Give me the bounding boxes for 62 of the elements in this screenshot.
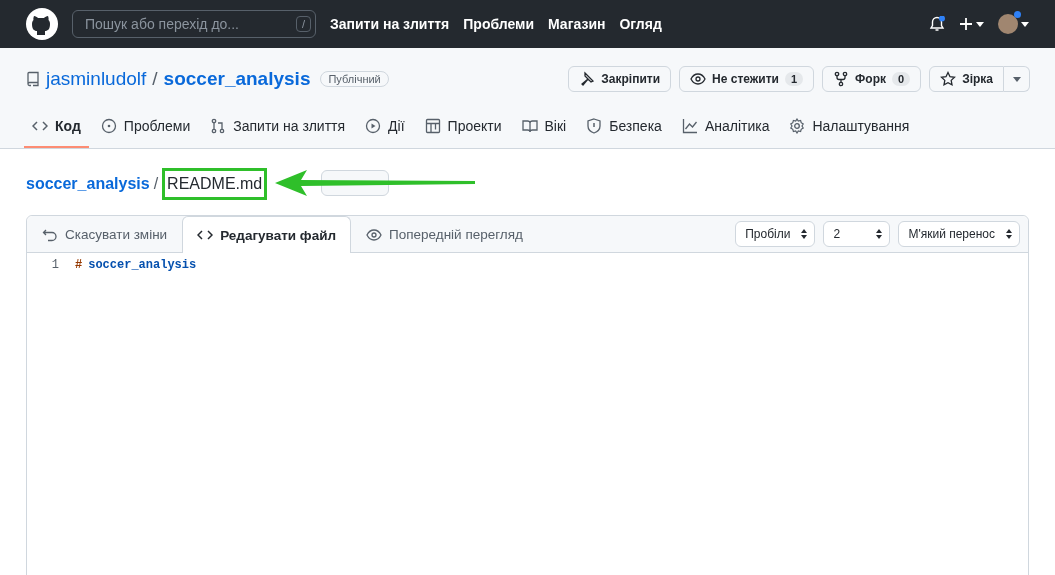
table-icon <box>424 118 441 134</box>
book-icon <box>521 118 538 134</box>
graph-icon <box>681 118 698 134</box>
settings-icon <box>789 118 806 134</box>
pin-icon <box>579 71 596 87</box>
watch-button[interactable]: Не стежити 1 <box>679 66 815 92</box>
repo-tab[interactable]: Код <box>24 108 89 148</box>
eye-icon <box>690 71 707 87</box>
editor-tab[interactable]: Скасувати зміни <box>27 216 183 252</box>
arrow-icon <box>275 169 476 197</box>
repo-tab[interactable]: Проекти <box>416 108 510 148</box>
plus-icon[interactable] <box>959 17 973 31</box>
star-button[interactable]: Зірка <box>929 66 1004 92</box>
editor-tab[interactable]: Редагувати файл <box>182 216 351 253</box>
file-name: README.md <box>162 168 268 200</box>
eye-icon <box>366 226 382 243</box>
caret-icon <box>1021 21 1029 27</box>
logo-icon[interactable] <box>26 8 58 40</box>
nav-link[interactable]: Проблеми <box>463 16 534 32</box>
code-text: soccer_analysis <box>88 258 197 272</box>
path-separator: / <box>152 68 158 90</box>
select-field[interactable]: М'який перенос <box>898 221 1020 247</box>
pull-request-icon <box>210 118 227 134</box>
caret-icon <box>1012 76 1021 82</box>
sort-icon <box>875 228 884 240</box>
bell-icon[interactable] <box>929 16 945 32</box>
sort-icon <box>1005 228 1013 240</box>
shortcut-key: / <box>295 16 311 32</box>
line-number: 1 <box>50 258 59 272</box>
path-separator: / <box>153 175 159 193</box>
repo-tab[interactable]: Налаштування <box>781 108 918 148</box>
pin-button[interactable]: Закріпити <box>568 66 672 92</box>
repo-tab[interactable]: Проблеми <box>92 108 199 148</box>
counter: 0 <box>892 72 911 86</box>
nav-link[interactable]: Запити на злиття <box>330 16 450 32</box>
fork-button[interactable]: Форк 0 <box>822 66 922 92</box>
select-field[interactable]: Пробіли <box>735 221 816 247</box>
play-icon <box>365 118 382 134</box>
repo-tab[interactable]: Вікі <box>513 108 575 148</box>
repo-tab[interactable]: Аналітика <box>673 108 778 148</box>
repo-link[interactable]: soccer_analysis <box>163 68 311 90</box>
repo-link[interactable]: soccer_analysis <box>26 175 150 193</box>
repo-icon <box>26 71 40 87</box>
owner-link[interactable]: jasminludolf <box>46 68 147 90</box>
star-menu-button[interactable] <box>1004 66 1030 92</box>
shield-icon <box>586 118 603 134</box>
repo-tab[interactable]: Запити на злиття <box>202 108 354 148</box>
repo-tab[interactable]: Безпека <box>578 108 670 148</box>
search-field[interactable]: Пошук або перехід до... / <box>72 10 316 38</box>
star-icon <box>940 71 957 87</box>
counter: 1 <box>784 72 804 86</box>
editor-tab[interactable]: Попередній перегляд <box>351 216 538 252</box>
nav-link[interactable]: Магазин <box>548 16 606 32</box>
caret-icon <box>976 21 984 27</box>
sort-icon <box>800 228 809 240</box>
repo-tab[interactable]: Дії <box>357 108 413 148</box>
select-field[interactable]: 2 <box>823 221 891 247</box>
fork-icon <box>833 71 850 87</box>
issue-icon <box>100 118 117 134</box>
nav-link[interactable]: Огляд <box>619 16 662 32</box>
avatar[interactable] <box>998 14 1018 34</box>
heading-marker: # <box>75 258 83 272</box>
